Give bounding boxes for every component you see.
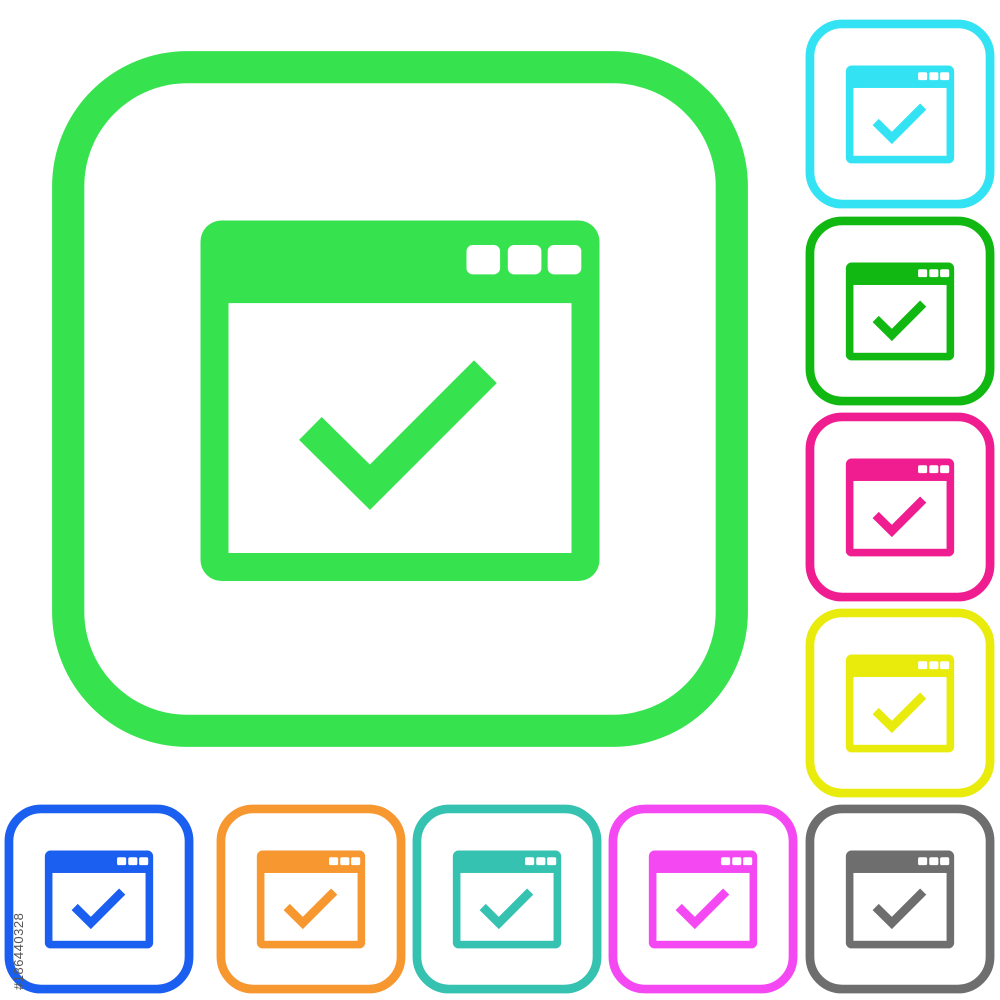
window-dot [929, 857, 939, 866]
window-content [656, 872, 750, 941]
icon-tile-main[interactable] [50, 49, 750, 749]
icon-tile-violet[interactable] [608, 804, 798, 994]
window-dot [547, 857, 557, 866]
window-dot [128, 857, 138, 866]
app-window-check-icon [805, 19, 995, 209]
window-dot [929, 72, 939, 81]
window-dot [743, 857, 753, 866]
window-dot [918, 857, 928, 866]
window-dot [940, 269, 950, 278]
window-content [264, 872, 358, 941]
app-window-check-icon [52, 51, 748, 747]
app-window-check-icon [412, 804, 602, 994]
window-dot [351, 857, 361, 866]
window-dot [929, 661, 939, 670]
stock-image-id: #186440328 [11, 912, 26, 990]
app-window-check-icon [216, 804, 406, 994]
window-content [853, 284, 947, 353]
window-dot [929, 465, 939, 474]
icon-tile-green[interactable] [805, 216, 995, 406]
window-dot [918, 465, 928, 474]
window-content [853, 480, 947, 549]
icon-tile-cyan[interactable] [805, 19, 995, 209]
window-dot [918, 72, 928, 81]
window-dot [918, 661, 928, 670]
app-window-check-icon [805, 804, 995, 994]
window-dot [547, 245, 582, 275]
window-content [853, 676, 947, 745]
icon-tile-yellow[interactable] [805, 608, 995, 798]
window-content [460, 872, 554, 941]
window-dot [940, 72, 950, 81]
app-window-check-icon [805, 216, 995, 406]
icon-tile-blue[interactable] [4, 804, 194, 994]
window-dot [940, 465, 950, 474]
app-window-check-icon [805, 608, 995, 798]
window-dot [536, 857, 546, 866]
window-dot [721, 857, 731, 866]
window-dot [940, 857, 950, 866]
window-dot [929, 269, 939, 278]
icon-tile-teal[interactable] [412, 804, 602, 994]
window-content [853, 87, 947, 156]
window-content [853, 872, 947, 941]
icon-tile-orange[interactable] [216, 804, 406, 994]
window-dot [525, 857, 535, 866]
icon-tile-pink[interactable] [805, 412, 995, 602]
window-dot [732, 857, 742, 866]
app-window-check-icon [608, 804, 798, 994]
window-content [228, 303, 572, 553]
icon-tile-gray[interactable] [805, 804, 995, 994]
window-dot [918, 269, 928, 278]
window-dot [466, 245, 501, 275]
window-content [52, 872, 146, 941]
window-dot [139, 857, 149, 866]
window-dot [340, 857, 350, 866]
window-dot [940, 661, 950, 670]
window-dot [329, 857, 339, 866]
window-dot [507, 245, 542, 275]
app-window-check-icon [805, 412, 995, 602]
window-dot [117, 857, 127, 866]
app-window-check-icon [4, 804, 194, 994]
